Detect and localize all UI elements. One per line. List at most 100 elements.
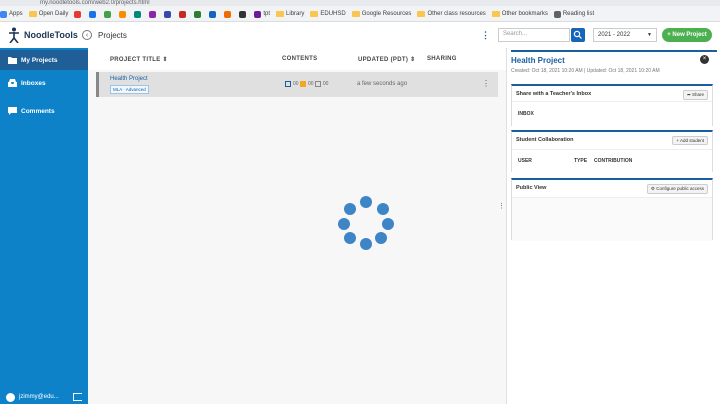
panel-resize-handle[interactable]: ⋮ bbox=[498, 202, 505, 210]
site-favicon-icon bbox=[239, 10, 247, 18]
bookmark-label: EDUHSD bbox=[320, 11, 346, 17]
search-input[interactable]: Search... bbox=[498, 28, 570, 42]
folder-icon bbox=[276, 11, 285, 17]
spinner-dot bbox=[360, 196, 372, 208]
comment-icon bbox=[8, 107, 17, 115]
paperclip-icon[interactable] bbox=[314, 81, 321, 87]
year-select[interactable]: 2021 - 2022 ▼ bbox=[593, 28, 657, 42]
bookmark-item[interactable]: Google Resources bbox=[351, 11, 411, 17]
search-button[interactable] bbox=[571, 28, 585, 42]
site-favicon-icon bbox=[0, 10, 7, 18]
site-favicon-icon bbox=[209, 10, 217, 18]
folder-icon bbox=[417, 11, 426, 17]
notecards-count: 00 bbox=[307, 81, 314, 87]
folder-icon bbox=[28, 11, 37, 17]
year-select-value: 2021 - 2022 bbox=[598, 32, 631, 38]
site-favicon-icon bbox=[179, 10, 187, 18]
sidebar-item-inboxes[interactable]: Inboxes bbox=[0, 73, 88, 93]
bookmark-item[interactable] bbox=[209, 10, 218, 18]
site-favicon-icon bbox=[194, 10, 202, 18]
logout-icon[interactable] bbox=[73, 393, 82, 401]
share-card: Share with a Teacher's Inbox ➦ Share INB… bbox=[511, 84, 713, 127]
bookmark-item[interactable] bbox=[104, 10, 113, 18]
project-title-link[interactable]: Health Project bbox=[110, 76, 148, 82]
updated-time: a few seconds ago bbox=[357, 81, 408, 87]
loading-spinner bbox=[336, 196, 396, 256]
add-student-button[interactable]: + Add student bbox=[672, 136, 708, 145]
logo[interactable]: NoodleTools bbox=[0, 22, 88, 48]
sidebar-item-my-projects[interactable]: My Projects bbox=[0, 50, 88, 70]
user-footer: jzimmy@edu... bbox=[0, 390, 88, 404]
spinner-dot bbox=[375, 232, 387, 244]
folder-icon bbox=[491, 11, 500, 17]
notecards-icon[interactable] bbox=[299, 81, 306, 87]
project-detail-panel: Health Project × Created: Oct 18, 2021 1… bbox=[506, 48, 720, 404]
collapse-sidebar-button[interactable]: ‹ bbox=[82, 30, 92, 40]
column-header-type: TYPE bbox=[574, 158, 588, 164]
bookmark-item[interactable] bbox=[74, 10, 83, 18]
inbox-table: INBOX bbox=[512, 101, 712, 127]
bookmark-item[interactable] bbox=[179, 10, 188, 18]
bookmark-label: Other bookmarks bbox=[501, 11, 548, 17]
bookmark-item[interactable]: Library bbox=[276, 11, 304, 17]
sidebar-item-comments[interactable]: Comments bbox=[0, 101, 88, 121]
column-header-title[interactable]: PROJECT TITLE ⇕ bbox=[110, 56, 168, 63]
bookmarks-bar: Apps Open Daily tpt Library EDUHSD Google Res… bbox=[0, 7, 720, 21]
panel-title: Health Project bbox=[511, 56, 565, 65]
close-icon[interactable]: × bbox=[700, 55, 709, 64]
site-favicon-icon bbox=[149, 10, 157, 18]
bookmark-item[interactable]: Open Daily bbox=[28, 11, 69, 17]
bookmark-label: Library bbox=[286, 11, 305, 17]
user-email[interactable]: jzimmy@edu... bbox=[19, 394, 59, 400]
contents-counts: 00 00 00 bbox=[285, 81, 328, 87]
page-header: ‹ Projects ⋮ Search... 2021 - 2022 ▼ + N… bbox=[82, 22, 720, 48]
divider bbox=[511, 50, 717, 52]
search-icon bbox=[573, 30, 582, 39]
sidebar-item-label: Inboxes bbox=[21, 79, 46, 87]
column-header-user: USER bbox=[518, 158, 532, 164]
table-header: PROJECT TITLE ⇕ CONTENTS UPDATED (PDT) ⇕… bbox=[88, 48, 506, 70]
site-favicon-icon bbox=[134, 10, 142, 18]
bookmark-item[interactable]: Apps bbox=[0, 10, 23, 18]
share-button[interactable]: ➦ Share bbox=[682, 90, 708, 100]
bookmark-item[interactable] bbox=[119, 10, 128, 18]
bookmark-item[interactable] bbox=[149, 10, 158, 18]
citation-style-badge: MLA · Advanced bbox=[110, 85, 149, 94]
sidebar: NoodleTools My Projects Inboxes Comments… bbox=[0, 22, 88, 404]
table-row[interactable]: Health Project MLA · Advanced 00 00 00 a… bbox=[96, 72, 498, 97]
bookmark-item[interactable]: EDUHSD bbox=[310, 11, 346, 17]
projects-list: PROJECT TITLE ⇕ CONTENTS UPDATED (PDT) ⇕… bbox=[88, 48, 506, 404]
new-project-button[interactable]: + New Project bbox=[662, 28, 712, 42]
configure-public-access-button[interactable]: ⚙ Configure public access bbox=[646, 184, 708, 194]
bookmark-item[interactable] bbox=[194, 10, 203, 18]
site-favicon-icon bbox=[74, 10, 82, 18]
bookmark-item[interactable] bbox=[89, 10, 98, 18]
bookmark-item[interactable] bbox=[164, 10, 173, 18]
column-header-sharing: SHARING bbox=[427, 56, 457, 62]
bookmark-label: Open Daily bbox=[38, 11, 69, 17]
public-view-card: Public View ⚙ Configure public access bbox=[511, 178, 713, 241]
public-card-title: Public View bbox=[516, 185, 547, 191]
site-favicon-icon bbox=[224, 10, 232, 18]
sources-icon[interactable] bbox=[285, 81, 291, 87]
bookmark-item[interactable]: tpt bbox=[254, 10, 270, 18]
noodletools-logo-icon bbox=[9, 27, 19, 43]
docs-count: 00 bbox=[322, 81, 329, 87]
bookmark-item[interactable] bbox=[224, 10, 233, 18]
bookmark-item[interactable] bbox=[239, 10, 248, 18]
logo-text: NoodleTools bbox=[24, 30, 78, 40]
spinner-dot bbox=[377, 203, 389, 215]
row-menu-icon[interactable]: ⋮ bbox=[482, 79, 490, 88]
bookmark-item[interactable]: Other bookmarks bbox=[491, 11, 548, 17]
bookmark-item[interactable]: Other class resources bbox=[417, 11, 486, 17]
site-favicon-icon bbox=[89, 10, 97, 18]
more-options-icon[interactable]: ⋮ bbox=[481, 30, 490, 41]
folder-icon bbox=[351, 11, 360, 17]
avatar[interactable] bbox=[6, 392, 15, 402]
address-bar[interactable]: my.noodletools.com/web2.0/projects.html bbox=[0, 0, 720, 6]
spinner-dot bbox=[338, 218, 350, 230]
bookmark-item[interactable]: Reading list bbox=[553, 10, 594, 18]
column-header-updated[interactable]: UPDATED (PDT) ⇕ bbox=[358, 56, 415, 63]
page-title: Projects bbox=[98, 30, 127, 40]
bookmark-item[interactable] bbox=[134, 10, 143, 18]
